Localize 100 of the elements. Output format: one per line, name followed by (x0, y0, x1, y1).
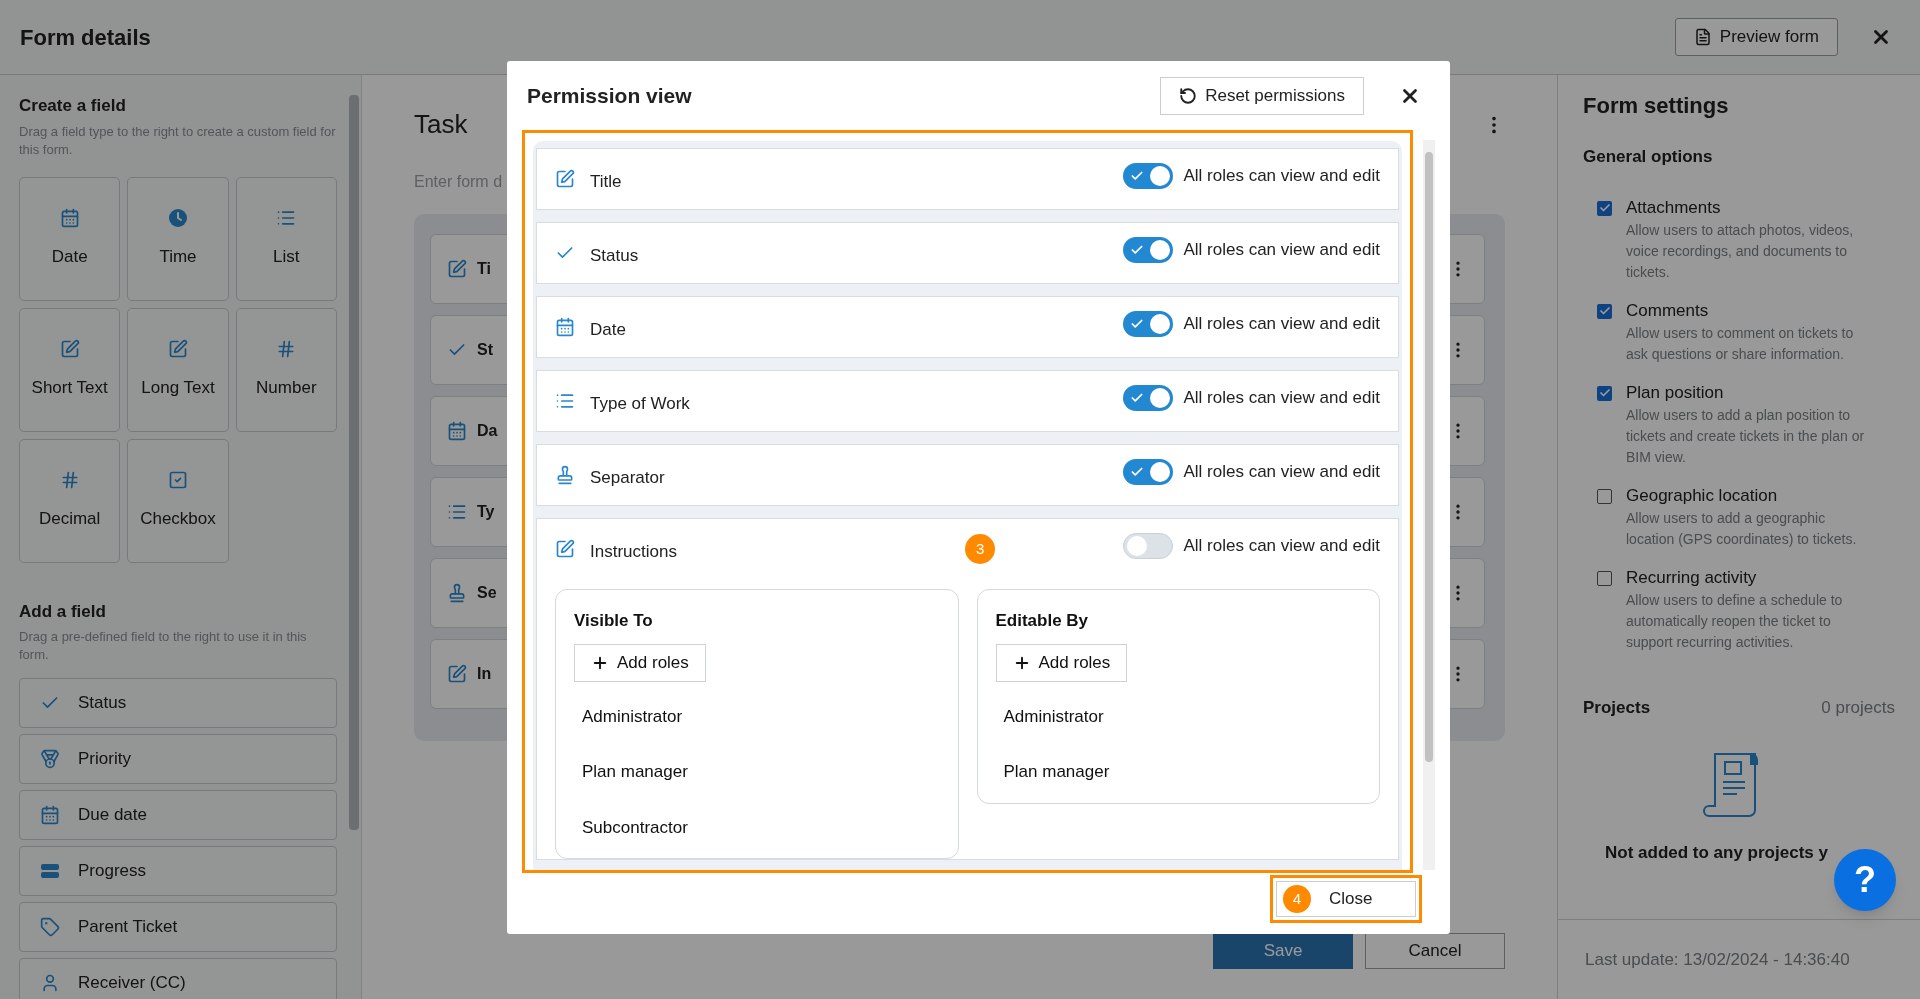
field-label: Instructions (590, 541, 677, 564)
check-icon (1130, 317, 1145, 331)
option-description: Allow users to comment on tickets to ask questions or share information. (1626, 323, 1855, 364)
checkbox[interactable] (1597, 200, 1612, 216)
field-label: Status (590, 245, 639, 268)
panel-title: Editable By (995, 610, 1089, 632)
save-button[interactable]: Save (1213, 933, 1353, 969)
person-icon (40, 973, 60, 993)
dialog-title: Permission view (527, 82, 692, 109)
cancel-button[interactable]: Cancel (1365, 933, 1505, 969)
section-title: Projects (1583, 696, 1651, 719)
step-badge: 3 (965, 534, 996, 564)
field-label: Type of Work (590, 393, 690, 416)
tag-icon (40, 917, 60, 937)
section-hint: Drag a pre-defined field to the right to use it in this form. (19, 628, 308, 664)
field-label: Title (590, 171, 622, 194)
field-type-tile[interactable]: Number (235, 307, 337, 432)
check-icon (1130, 169, 1145, 183)
step-badge: 4 (1283, 885, 1311, 913)
toggle-label: All roles can view and edit (1183, 239, 1380, 262)
field-label: Separator (590, 467, 665, 490)
close-button[interactable]: 4 Close (1276, 881, 1416, 917)
pen-icon (447, 664, 467, 684)
section-title: General options (1583, 146, 1714, 168)
pen-icon (447, 259, 467, 279)
toggle-label: All roles can view and edit (1183, 535, 1380, 558)
role-item: Plan manager (1003, 761, 1110, 783)
toggle-switch[interactable] (1123, 311, 1174, 337)
checkbox-icon (168, 469, 188, 490)
field-type-tile[interactable]: Date (19, 176, 121, 301)
option-label: Plan position (1626, 382, 1725, 403)
predefined-field[interactable]: Progress (19, 846, 337, 896)
scrollbar[interactable] (349, 95, 359, 830)
pen-icon (59, 338, 80, 359)
toggle-switch[interactable] (1123, 459, 1174, 485)
check-icon (1130, 391, 1145, 405)
toggle-switch[interactable] (1123, 385, 1174, 411)
page-title: Form details (20, 23, 151, 52)
predefined-field[interactable]: Parent Ticket (19, 902, 337, 952)
toggle-switch[interactable] (1123, 163, 1174, 189)
section-hint: Drag a field type to the right to create a custom field for this form. (19, 122, 337, 159)
toggle-switch[interactable] (1123, 533, 1174, 559)
list-icon (447, 502, 467, 522)
predefined-field[interactable]: Due date (19, 790, 337, 840)
bars-icon (40, 861, 60, 881)
option-label: Recurring activity (1626, 567, 1758, 588)
check-icon (1130, 243, 1145, 257)
role-item: Subcontractor (582, 816, 688, 839)
predefined-field[interactable]: Receiver (CC) (19, 958, 337, 999)
field-type-tile[interactable]: Long Text (127, 307, 229, 432)
add-roles-button[interactable]: Add roles (995, 643, 1128, 682)
checkbox[interactable] (1597, 385, 1612, 401)
help-button[interactable]: ? (1834, 849, 1896, 911)
pen-icon (555, 539, 575, 559)
checkbox[interactable] (1597, 570, 1612, 586)
section-title: Add a field (19, 600, 107, 623)
projects-count: 0 projects (1821, 696, 1895, 719)
empty-projects-text: Not added to any projects y (1605, 842, 1829, 864)
list-icon (555, 391, 575, 411)
medal-icon (40, 749, 60, 769)
reset-icon (1179, 86, 1198, 105)
predefined-field[interactable]: Priority (19, 734, 337, 784)
option-description: Allow users to add a geographic location (GPS coordinates) to tickets. (1626, 508, 1858, 549)
form-title: Task (414, 108, 468, 141)
last-update-text: Last update: 13/02/2024 - 14:36:40 (1585, 948, 1850, 971)
field-type-tile[interactable]: List (235, 176, 337, 301)
panel-title: Form settings (1583, 92, 1730, 120)
option-description: Allow users to define a schedule to automatically reopen the ticket to support recurring activities. (1626, 590, 1844, 652)
clock-icon (168, 207, 188, 228)
preview-button[interactable]: Preview form (1674, 18, 1838, 56)
role-item: Plan manager (582, 761, 688, 783)
toggle-label: All roles can view and edit (1183, 313, 1380, 336)
field-type-tile[interactable]: Short Text (19, 307, 121, 432)
toggle-switch[interactable] (1123, 237, 1174, 263)
field-type-tile[interactable]: Decimal (19, 438, 121, 563)
scrollbar[interactable] (1423, 140, 1435, 870)
field-type-tile[interactable]: Time (127, 176, 229, 301)
document-icon (1693, 28, 1712, 46)
field-type-tile[interactable]: Checkbox (127, 438, 229, 563)
pen-icon (555, 169, 575, 189)
option-label: Geographic location (1626, 485, 1779, 506)
toggle-label: All roles can view and edit (1183, 461, 1380, 484)
option-label: Attachments (1626, 197, 1722, 218)
calendar-icon (447, 421, 467, 441)
field-label: Date (590, 319, 626, 342)
role-item: Administrator (1003, 705, 1104, 728)
role-item: Administrator (582, 705, 683, 728)
predefined-field[interactable]: Status (19, 678, 337, 728)
reset-button[interactable]: Reset permissions (1160, 76, 1364, 115)
pen-icon (168, 338, 188, 359)
toggle-label: All roles can view and edit (1183, 165, 1380, 188)
option-description: Allow users to add a plan position to tickets and create tickets in the plan or BIM view. (1626, 405, 1866, 467)
stamp-icon (447, 583, 467, 603)
checkbox[interactable] (1597, 488, 1612, 504)
calendar-icon (555, 317, 575, 337)
checkbox[interactable] (1597, 303, 1612, 319)
section-title: Create a field (19, 95, 127, 117)
option-description: Allow users to attach photos, videos, voice recordings, and documents to tickets. (1626, 220, 1855, 282)
add-roles-button[interactable]: Add roles (574, 643, 706, 682)
calendar-icon (59, 207, 80, 228)
